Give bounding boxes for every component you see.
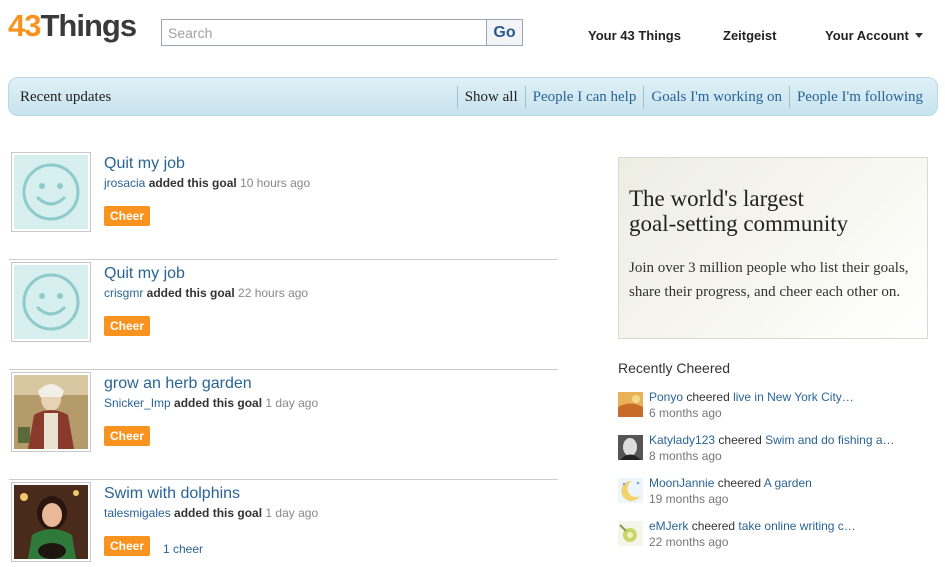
nav-your-43-things[interactable]: Your 43 Things (588, 28, 681, 43)
username-link[interactable]: eMJerk (649, 519, 688, 533)
goal-action: added this goal (174, 396, 263, 410)
activity-feed: Quit my job jrosacia added this goal 10 … (9, 150, 558, 567)
cheer-button[interactable]: Cheer (104, 316, 151, 336)
feed-item: Swim with dolphins talesmigales added th… (9, 480, 558, 567)
cheer-verb: cheered (717, 476, 762, 490)
user-thumbnail[interactable] (618, 521, 643, 546)
goal-action: added this goal (148, 176, 237, 190)
goal-title-link[interactable]: Swim with dolphins (104, 485, 240, 503)
promo-title-line2: goal-setting community (629, 211, 849, 236)
logo-word: Things (40, 8, 137, 43)
tab-people-im-following[interactable]: People I'm following (788, 86, 930, 108)
goal-title-link[interactable]: Quit my job (104, 265, 185, 283)
cheer-time: 19 months ago (649, 492, 729, 506)
goal-title-link[interactable]: grow an herb garden (104, 375, 252, 393)
user-avatar[interactable] (11, 482, 91, 562)
feed-item: Quit my job crisgmr added this goal 22 h… (9, 260, 558, 370)
cheer-entry: eMJerk cheered take online writing c… (649, 519, 856, 533)
goal-time: 10 hours ago (240, 176, 311, 190)
feed-item: Quit my job jrosacia added this goal 10 … (9, 150, 558, 260)
tab-show-all[interactable]: Show all (456, 86, 525, 108)
cheer-entry: MoonJannie cheered A garden (649, 476, 812, 490)
goal-time: 22 hours ago (238, 286, 309, 300)
username-link[interactable]: Snicker_Imp (104, 396, 171, 410)
nav-your-account[interactable]: Your Account (825, 28, 923, 43)
list-item: Ponyo cheered live in New York City… 6 m… (618, 390, 938, 433)
user-thumbnail[interactable] (618, 478, 643, 503)
username-link[interactable]: Ponyo (649, 390, 683, 404)
goal-link[interactable]: live in New York City… (733, 390, 854, 404)
tab-goals-im-working-on[interactable]: Goals I'm working on (643, 86, 789, 108)
goal-meta: talesmigales added this goal 1 day ago (104, 506, 318, 520)
goal-meta: crisgmr added this goal 22 hours ago (104, 286, 308, 300)
goal-action: added this goal (174, 506, 263, 520)
site-logo[interactable]: 43Things (8, 8, 137, 44)
promo-title-line1: The world's largest (629, 186, 804, 211)
goal-title-link[interactable]: Quit my job (104, 155, 185, 173)
cheer-entry: Katylady123 cheered Swim and do fishing … (649, 433, 895, 447)
list-item: MoonJannie cheered A garden 19 months ag… (618, 476, 938, 519)
recent-updates-title: Recent updates (20, 89, 112, 105)
recently-cheered-list: Ponyo cheered live in New York City… 6 m… (618, 390, 938, 562)
recent-updates-bar: Recent updates Show all People I can hel… (8, 77, 938, 116)
cheer-count-link[interactable]: 1 cheer (163, 542, 203, 556)
cheer-time: 8 months ago (649, 449, 722, 463)
cheer-button[interactable]: Cheer (104, 206, 151, 226)
feed-item: grow an herb garden Snicker_Imp added th… (9, 370, 558, 480)
user-thumbnail[interactable] (618, 435, 643, 460)
promo-body: Join over 3 million people who list thei… (629, 260, 909, 300)
painting-avatar (14, 375, 88, 449)
logo-number: 43 (8, 8, 41, 43)
cheer-verb: cheered (718, 433, 762, 447)
username-link[interactable]: Katylady123 (649, 433, 715, 447)
photo-avatar (14, 485, 88, 559)
user-avatar[interactable] (11, 372, 91, 452)
goal-link[interactable]: Swim and do fishing a… (765, 433, 894, 447)
tab-people-i-can-help[interactable]: People I can help (524, 86, 644, 108)
goal-time: 1 day ago (265, 506, 319, 520)
user-thumbnail[interactable] (618, 392, 643, 417)
goal-link[interactable]: take online writing c… (738, 519, 855, 533)
cheer-entry: Ponyo cheered live in New York City… (649, 390, 854, 404)
promo-title: The world's largest goal-setting communi… (629, 186, 917, 236)
user-avatar[interactable] (11, 152, 91, 232)
goal-meta: Snicker_Imp added this goal 1 day ago (104, 396, 318, 410)
smiley-avatar-icon (14, 155, 88, 229)
nav-zeitgeist[interactable]: Zeitgeist (723, 28, 776, 43)
user-avatar[interactable] (11, 262, 91, 342)
smiley-avatar-icon (14, 265, 88, 339)
filter-tabs: Show all People I can help Goals I'm wor… (456, 86, 930, 108)
cheer-verb: cheered (686, 390, 730, 404)
goal-time: 1 day ago (265, 396, 319, 410)
chevron-down-icon (914, 33, 923, 38)
goal-action: added this goal (146, 286, 235, 300)
recently-cheered-heading: Recently Cheered (618, 360, 731, 376)
goal-meta: jrosacia added this goal 10 hours ago (104, 176, 310, 190)
username-link[interactable]: jrosacia (104, 176, 145, 190)
cheer-button[interactable]: Cheer (104, 536, 151, 556)
username-link[interactable]: talesmigales (104, 506, 171, 520)
community-promo: The world's largest goal-setting communi… (618, 157, 928, 339)
search-go-button[interactable]: Go (486, 20, 522, 45)
list-item: eMJerk cheered take online writing c… 22… (618, 519, 938, 562)
cheer-time: 6 months ago (649, 406, 722, 420)
search-input[interactable] (162, 20, 486, 45)
username-link[interactable]: MoonJannie (649, 476, 714, 490)
nav-your-account-label: Your Account (825, 28, 909, 43)
search-bar: Go (161, 19, 523, 46)
cheer-verb: cheered (691, 519, 736, 533)
cheer-button[interactable]: Cheer (104, 426, 151, 446)
cheer-time: 22 months ago (649, 535, 729, 549)
goal-link[interactable]: A garden (764, 476, 812, 490)
list-item: Katylady123 cheered Swim and do fishing … (618, 433, 938, 476)
username-link[interactable]: crisgmr (104, 286, 143, 300)
